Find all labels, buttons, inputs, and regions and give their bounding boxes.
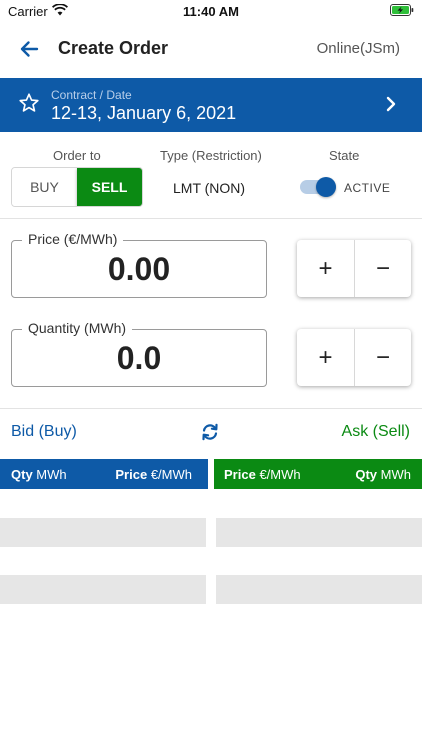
type-label: Type (Restriction) [160,148,262,163]
state-value: ACTIVE [344,181,391,195]
bid-buy-label[interactable]: Bid (Buy) [11,423,77,441]
state-toggle[interactable] [300,177,336,197]
price-field[interactable]: Price (€/MWh) 0.00 [11,231,267,298]
chevron-right-icon [386,96,396,112]
state-label: State [329,148,360,163]
status-bar: Carrier 11:40 AM [0,0,422,24]
ask-price-header: Price €/MWh [224,467,301,482]
type-restriction-value[interactable]: LMT (NON) [173,180,245,196]
quantity-field[interactable]: Quantity (MWh) 0.0 [11,320,267,387]
toggle-knob [316,177,336,197]
nav-header: Create Order Online(JSm) [0,24,422,78]
divider [0,218,422,219]
price-increment-button[interactable]: + [297,240,354,297]
bid-row[interactable] [0,518,206,547]
ask-row[interactable] [216,575,422,604]
bid-qty-header: Qty MWh [11,467,67,482]
order-to-label: Order to [53,148,101,163]
side-segmented-control: BUY SELL [11,167,143,207]
ask-sell-label[interactable]: Ask (Sell) [342,423,410,441]
ask-row[interactable] [216,518,422,547]
battery-charging-icon [390,4,414,16]
contract-selector[interactable]: Contract / Date 12-13, January 6, 2021 [0,78,422,132]
refresh-icon[interactable] [199,421,221,443]
price-stepper: + − [297,240,411,297]
quantity-stepper: + − [297,329,411,386]
quantity-label: Quantity (MWh) [22,320,133,336]
clock: 11:40 AM [183,4,239,19]
quantity-decrement-button[interactable]: − [354,329,411,386]
star-icon[interactable] [18,92,40,114]
buy-button[interactable]: BUY [12,168,77,206]
sell-button[interactable]: SELL [77,168,142,206]
contract-label: Contract / Date [51,88,132,102]
price-label: Price (€/MWh) [22,231,124,247]
ask-table-header: Price €/MWh Qty MWh [214,459,422,489]
page-title: Create Order [58,38,169,58]
quantity-increment-button[interactable]: + [297,329,354,386]
bid-row[interactable] [0,575,206,604]
connection-status: Online(JSm) [316,40,400,57]
quantity-input[interactable]: 0.0 [12,340,266,377]
bid-table-header: Qty MWh Price €/MWh [0,459,208,489]
price-input[interactable]: 0.00 [12,251,266,288]
ask-qty-header: Qty MWh [355,467,411,482]
back-arrow-icon[interactable] [18,38,40,60]
contract-value: 12-13, January 6, 2021 [51,103,237,123]
divider [0,408,422,409]
bid-price-header: Price €/MWh [115,467,192,482]
price-decrement-button[interactable]: − [354,240,411,297]
